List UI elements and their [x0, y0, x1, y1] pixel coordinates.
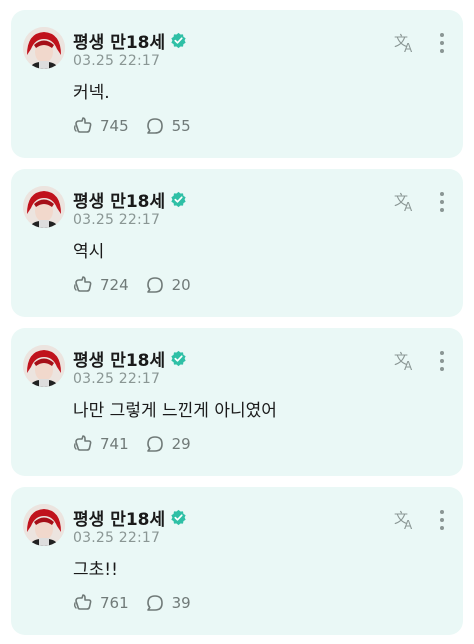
more-vert-icon[interactable]	[436, 509, 448, 531]
translate-icon[interactable]: 文 A	[393, 348, 417, 372]
post-stats: 761 39	[73, 593, 191, 613]
avatar[interactable]	[23, 186, 65, 228]
post-text: 나만 그렇게 느낀게 아니였어	[73, 401, 277, 421]
post-card[interactable]: 평생 만18세 03.25 22:17 文 A 나만 그렇게 느낀게 아니였어 …	[11, 328, 463, 476]
svg-text:A: A	[404, 200, 413, 213]
like-icon	[73, 435, 92, 451]
author-name-text[interactable]: 평생 만18세	[73, 505, 165, 530]
like-count: 741	[100, 435, 129, 453]
avatar[interactable]	[23, 504, 65, 546]
svg-text:A: A	[404, 359, 413, 372]
like-icon	[73, 594, 92, 610]
post-card[interactable]: 평생 만18세 03.25 22:17 文 A 그초!! 761 39	[11, 487, 463, 635]
comment-button[interactable]: 20	[145, 275, 191, 295]
verified-badge-icon	[171, 191, 186, 208]
author-name[interactable]: 평생 만18세	[73, 346, 187, 371]
post-time: 03.25 22:17	[73, 530, 161, 546]
author-name[interactable]: 평생 만18세	[73, 505, 187, 530]
comment-icon	[146, 277, 163, 293]
more-vert-icon[interactable]	[436, 191, 448, 213]
like-button[interactable]: 724	[73, 275, 129, 295]
like-button[interactable]: 761	[73, 593, 129, 613]
post-text: 그초!!	[73, 560, 118, 580]
like-count: 761	[100, 594, 129, 612]
comment-icon	[146, 118, 163, 134]
author-name-text[interactable]: 평생 만18세	[73, 28, 165, 53]
comment-button[interactable]: 29	[145, 434, 191, 454]
translate-icon[interactable]: 文 A	[393, 30, 417, 54]
post-stats: 745 55	[73, 116, 191, 136]
avatar[interactable]	[23, 345, 65, 387]
post-stats: 741 29	[73, 434, 191, 454]
more-vert-icon[interactable]	[436, 350, 448, 372]
like-count: 745	[100, 117, 129, 135]
post-text: 커넥.	[73, 83, 110, 103]
translate-icon[interactable]: 文 A	[393, 189, 417, 213]
post-time: 03.25 22:17	[73, 212, 161, 228]
comment-button[interactable]: 39	[145, 593, 191, 613]
comment-count: 55	[171, 117, 191, 135]
verified-badge-icon	[171, 32, 186, 49]
like-button[interactable]: 745	[73, 116, 129, 136]
post-stats: 724 20	[73, 275, 191, 295]
translate-icon[interactable]: 文 A	[393, 507, 417, 531]
post-time: 03.25 22:17	[73, 371, 161, 387]
author-name-text[interactable]: 평생 만18세	[73, 187, 165, 212]
comment-count: 39	[171, 594, 191, 612]
like-button[interactable]: 741	[73, 434, 129, 454]
author-name-text[interactable]: 평생 만18세	[73, 346, 165, 371]
post-text: 역시	[73, 242, 105, 262]
author-name[interactable]: 평생 만18세	[73, 187, 187, 212]
like-count: 724	[100, 276, 129, 294]
comment-count: 29	[171, 435, 191, 453]
verified-badge-icon	[171, 509, 186, 526]
comment-icon	[146, 436, 163, 452]
comment-icon	[146, 595, 163, 611]
post-card[interactable]: 평생 만18세 03.25 22:17 文 A 역시 724 20	[11, 169, 463, 317]
comment-button[interactable]: 55	[145, 116, 191, 136]
verified-badge-icon	[171, 350, 186, 367]
avatar[interactable]	[23, 27, 65, 69]
author-name[interactable]: 평생 만18세	[73, 28, 187, 53]
more-vert-icon[interactable]	[436, 32, 448, 54]
comment-count: 20	[171, 276, 191, 294]
post-time: 03.25 22:17	[73, 53, 161, 69]
svg-text:A: A	[404, 518, 413, 531]
like-icon	[73, 276, 92, 292]
post-card[interactable]: 평생 만18세 03.25 22:17 文 A 커넥. 745 55	[11, 10, 463, 158]
svg-text:A: A	[404, 41, 413, 54]
like-icon	[73, 117, 92, 133]
